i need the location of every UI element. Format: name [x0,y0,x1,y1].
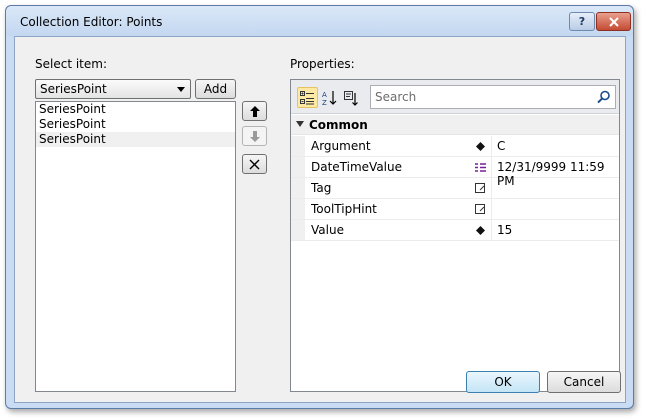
list-item-label: SeriesPoint [39,117,106,131]
svg-text:Z: Z [322,99,327,106]
category-label: Common [309,118,368,132]
property-name: ToolTipHint [311,202,377,216]
cancel-button[interactable]: Cancel [547,371,621,393]
column-divider [491,136,492,156]
add-button[interactable]: Add [195,79,236,99]
property-row-tag[interactable]: Tag [291,178,619,199]
items-list[interactable]: SeriesPoint SeriesPoint SeriesPoint [35,101,236,392]
row-gutter [291,157,305,177]
column-divider [491,199,492,219]
dialog-window: Collection Editor: Points ? Select item:… [5,5,634,409]
close-icon [608,16,619,27]
arrow-down-icon [249,130,260,142]
property-grid-toolbar: A Z [291,80,619,114]
add-button-label: Add [203,82,228,96]
property-name: Tag [311,181,332,195]
list-item-label: SeriesPoint [39,102,106,116]
move-up-button[interactable] [242,101,267,121]
move-down-button[interactable] [242,126,267,146]
property-value[interactable]: 15 [497,223,512,237]
property-name: Argument [311,139,371,153]
row-gutter [291,136,305,156]
row-gutter [291,178,305,198]
category-common[interactable]: Common [291,115,619,135]
property-grid: A Z Search Common Argument C DateTimeVal… [290,79,620,392]
list-item[interactable]: SeriesPoint [36,102,235,117]
property-value[interactable]: C [497,139,505,153]
edit-box-icon [474,203,486,215]
list-item-label: SeriesPoint [39,132,106,146]
close-button[interactable] [596,12,631,31]
property-row-value[interactable]: Value 15 [291,220,619,241]
list-item[interactable]: SeriesPoint [36,132,235,147]
property-search-box[interactable] [370,85,616,109]
window-title: Collection Editor: Points [20,15,163,29]
property-name: Value [311,223,344,237]
column-divider [491,178,492,198]
diamond-icon [474,224,486,236]
categorized-icon [300,90,314,104]
categorized-button[interactable] [297,87,318,108]
sort-list-icon [343,90,358,106]
property-row-datetimevalue[interactable]: DateTimeValue 12/31/9999 11:59 PM [291,157,619,188]
row-gutter [291,199,305,219]
property-row-argument[interactable]: Argument C [291,136,619,157]
dialog-client: Select item: SeriesPoint Add SeriesPoint… [14,36,626,403]
row-gutter [291,220,305,240]
ok-button[interactable]: OK [466,371,540,393]
property-name: DateTimeValue [311,160,403,174]
help-button[interactable]: ? [569,12,595,31]
column-divider [491,157,492,177]
diamond-icon [474,140,486,152]
list-item[interactable]: SeriesPoint [36,117,235,132]
alphabetical-button[interactable]: A Z [319,87,340,108]
cancel-button-label: Cancel [563,375,605,389]
arrow-up-icon [249,105,260,117]
properties-label: Properties: [290,57,355,71]
select-item-label: Select item: [35,57,107,71]
title-bar[interactable]: Collection Editor: Points ? [6,6,633,36]
remove-icon [249,159,260,169]
search-input[interactable] [373,88,588,106]
property-row-tooltiphint[interactable]: ToolTipHint [291,199,619,220]
column-divider [491,220,492,240]
chevron-down-icon [177,87,185,92]
alphabetical-sort-icon: A Z [322,90,336,106]
datetime-icon [474,161,486,173]
svg-text:A: A [322,91,327,99]
sort-options-button[interactable] [341,87,362,108]
combo-value: SeriesPoint [40,82,107,96]
ok-button-label: OK [494,375,512,389]
item-type-combo[interactable]: SeriesPoint [35,79,191,99]
help-icon: ? [578,15,586,28]
search-icon[interactable] [597,90,611,104]
collapse-icon[interactable] [296,121,304,127]
edit-box-icon [474,182,486,194]
remove-button[interactable] [242,154,267,174]
